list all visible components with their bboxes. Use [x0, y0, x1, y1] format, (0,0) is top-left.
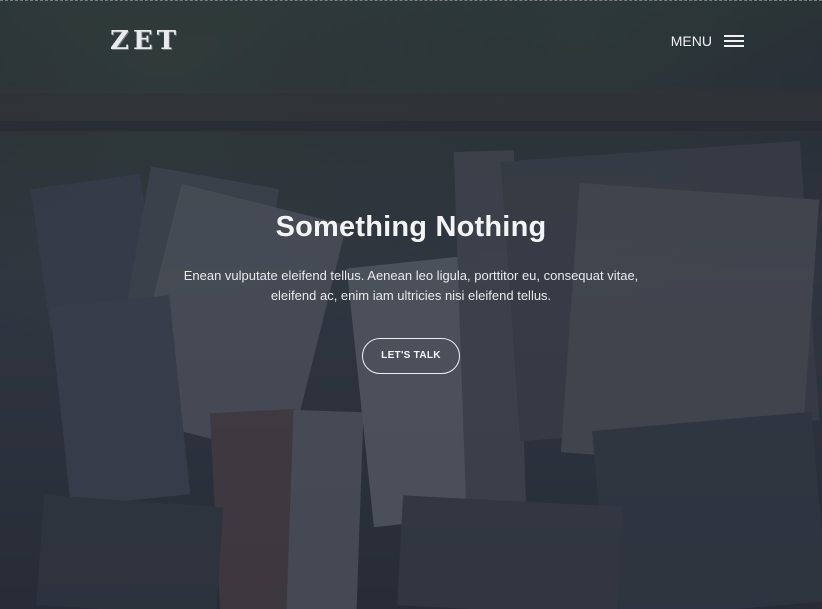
hero-section: ZET MENU Something Nothing Enean vulputa… — [0, 0, 822, 609]
lets-talk-button[interactable]: LET'S TALK — [362, 338, 460, 374]
hamburger-icon — [724, 35, 744, 47]
hero-title: Something Nothing — [275, 211, 547, 243]
hero-content: Something Nothing Enean vulputate eleife… — [0, 211, 822, 374]
hero-description: Enean vulputate eleifend tellus. Aenean … — [183, 268, 639, 303]
site-logo[interactable]: ZET — [110, 26, 180, 56]
menu-button[interactable]: MENU — [671, 33, 744, 49]
menu-label: MENU — [670, 33, 712, 49]
